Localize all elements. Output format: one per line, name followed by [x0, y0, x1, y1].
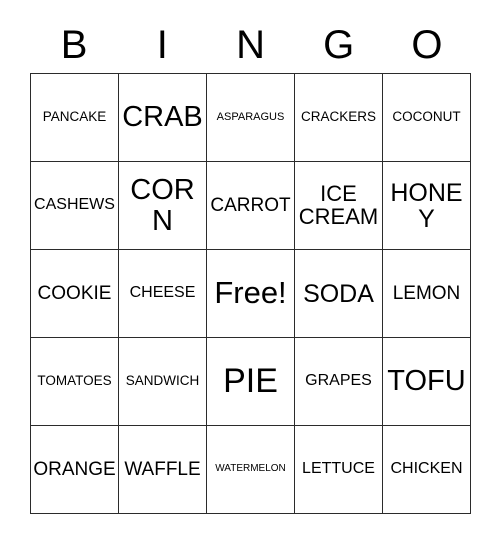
header-letter-g: G	[323, 23, 355, 67]
bingo-cell-label: CASHEWS	[34, 196, 115, 214]
bingo-cell-label: SANDWICH	[125, 373, 200, 389]
bingo-cell-b4[interactable]: TOMATOES	[31, 338, 119, 426]
bingo-cell-g1[interactable]: CRACKERS	[295, 74, 383, 162]
bingo-card: B I N G O PANCAKE CRAB ASPARAGUS CRACKER…	[0, 0, 500, 544]
bingo-cell-label: ASPARAGUS	[216, 110, 285, 123]
bingo-cell-b1[interactable]: PANCAKE	[31, 74, 119, 162]
bingo-cell-label: LEMON	[392, 282, 461, 304]
bingo-cell-label: COOKIE	[37, 282, 112, 304]
header-letter-i: I	[156, 23, 168, 67]
bingo-cell-label: COCONUT	[392, 109, 461, 125]
bingo-cell-label: LETTUCE	[302, 460, 375, 478]
header-letter-n: N	[236, 23, 265, 67]
bingo-grid: PANCAKE CRAB ASPARAGUS CRACKERS COCONUT …	[30, 73, 471, 514]
bingo-cell-o2[interactable]: HONEY	[383, 162, 471, 250]
bingo-cell-label: CRAB	[122, 101, 203, 134]
bingo-cell-label: TOMATOES	[37, 373, 112, 389]
bingo-cell-o1[interactable]: COCONUT	[383, 74, 471, 162]
bingo-cell-o5[interactable]: CHICKEN	[383, 426, 471, 514]
bingo-cell-g4[interactable]: GRAPES	[295, 338, 383, 426]
bingo-cell-label: CORN	[130, 174, 195, 237]
bingo-cell-label: CHICKEN	[390, 460, 463, 478]
bingo-cell-g3[interactable]: SODA	[295, 250, 383, 338]
bingo-cell-n5[interactable]: WATERMELON	[207, 426, 295, 514]
bingo-cell-label: CRACKERS	[300, 109, 376, 125]
header-letter-b: B	[60, 23, 88, 67]
bingo-cell-i4[interactable]: SANDWICH	[119, 338, 207, 426]
bingo-cell-label: WAFFLE	[124, 458, 201, 480]
bingo-header-row: B I N G O	[30, 22, 471, 68]
bingo-cell-b5[interactable]: ORANGE	[31, 426, 119, 514]
bingo-cell-n1[interactable]: ASPARAGUS	[207, 74, 295, 162]
header-letter-o: O	[411, 23, 443, 67]
bingo-cell-label: HONEY	[390, 178, 463, 233]
bingo-cell-i5[interactable]: WAFFLE	[119, 426, 207, 514]
bingo-cell-label: CARROT	[210, 194, 291, 216]
bingo-cell-n4[interactable]: PIE	[207, 338, 295, 426]
bingo-cell-b2[interactable]: CASHEWS	[31, 162, 119, 250]
bingo-cell-label: ICE CREAM	[298, 181, 379, 229]
bingo-cell-i3[interactable]: CHEESE	[119, 250, 207, 338]
bingo-cell-n2[interactable]: CARROT	[207, 162, 295, 250]
bingo-cell-label: ORANGE	[33, 458, 116, 480]
bingo-cell-i2[interactable]: CORN	[119, 162, 207, 250]
bingo-cell-o3[interactable]: LEMON	[383, 250, 471, 338]
bingo-cell-label: WATERMELON	[215, 463, 286, 475]
bingo-cell-label: SODA	[303, 279, 374, 308]
bingo-cell-label: CHEESE	[129, 284, 196, 302]
bingo-cell-g5[interactable]: LETTUCE	[295, 426, 383, 514]
bingo-cell-label: TOFU	[387, 365, 466, 398]
bingo-cell-free-space[interactable]: Free!	[207, 250, 295, 338]
bingo-cell-g2[interactable]: ICE CREAM	[295, 162, 383, 250]
bingo-cell-i1[interactable]: CRAB	[119, 74, 207, 162]
bingo-cell-label: GRAPES	[305, 372, 372, 390]
bingo-cell-label: PIE	[223, 361, 278, 400]
bingo-cell-b3[interactable]: COOKIE	[31, 250, 119, 338]
bingo-cell-o4[interactable]: TOFU	[383, 338, 471, 426]
bingo-cell-label: PANCAKE	[42, 109, 107, 125]
free-space-label: Free!	[214, 275, 287, 311]
